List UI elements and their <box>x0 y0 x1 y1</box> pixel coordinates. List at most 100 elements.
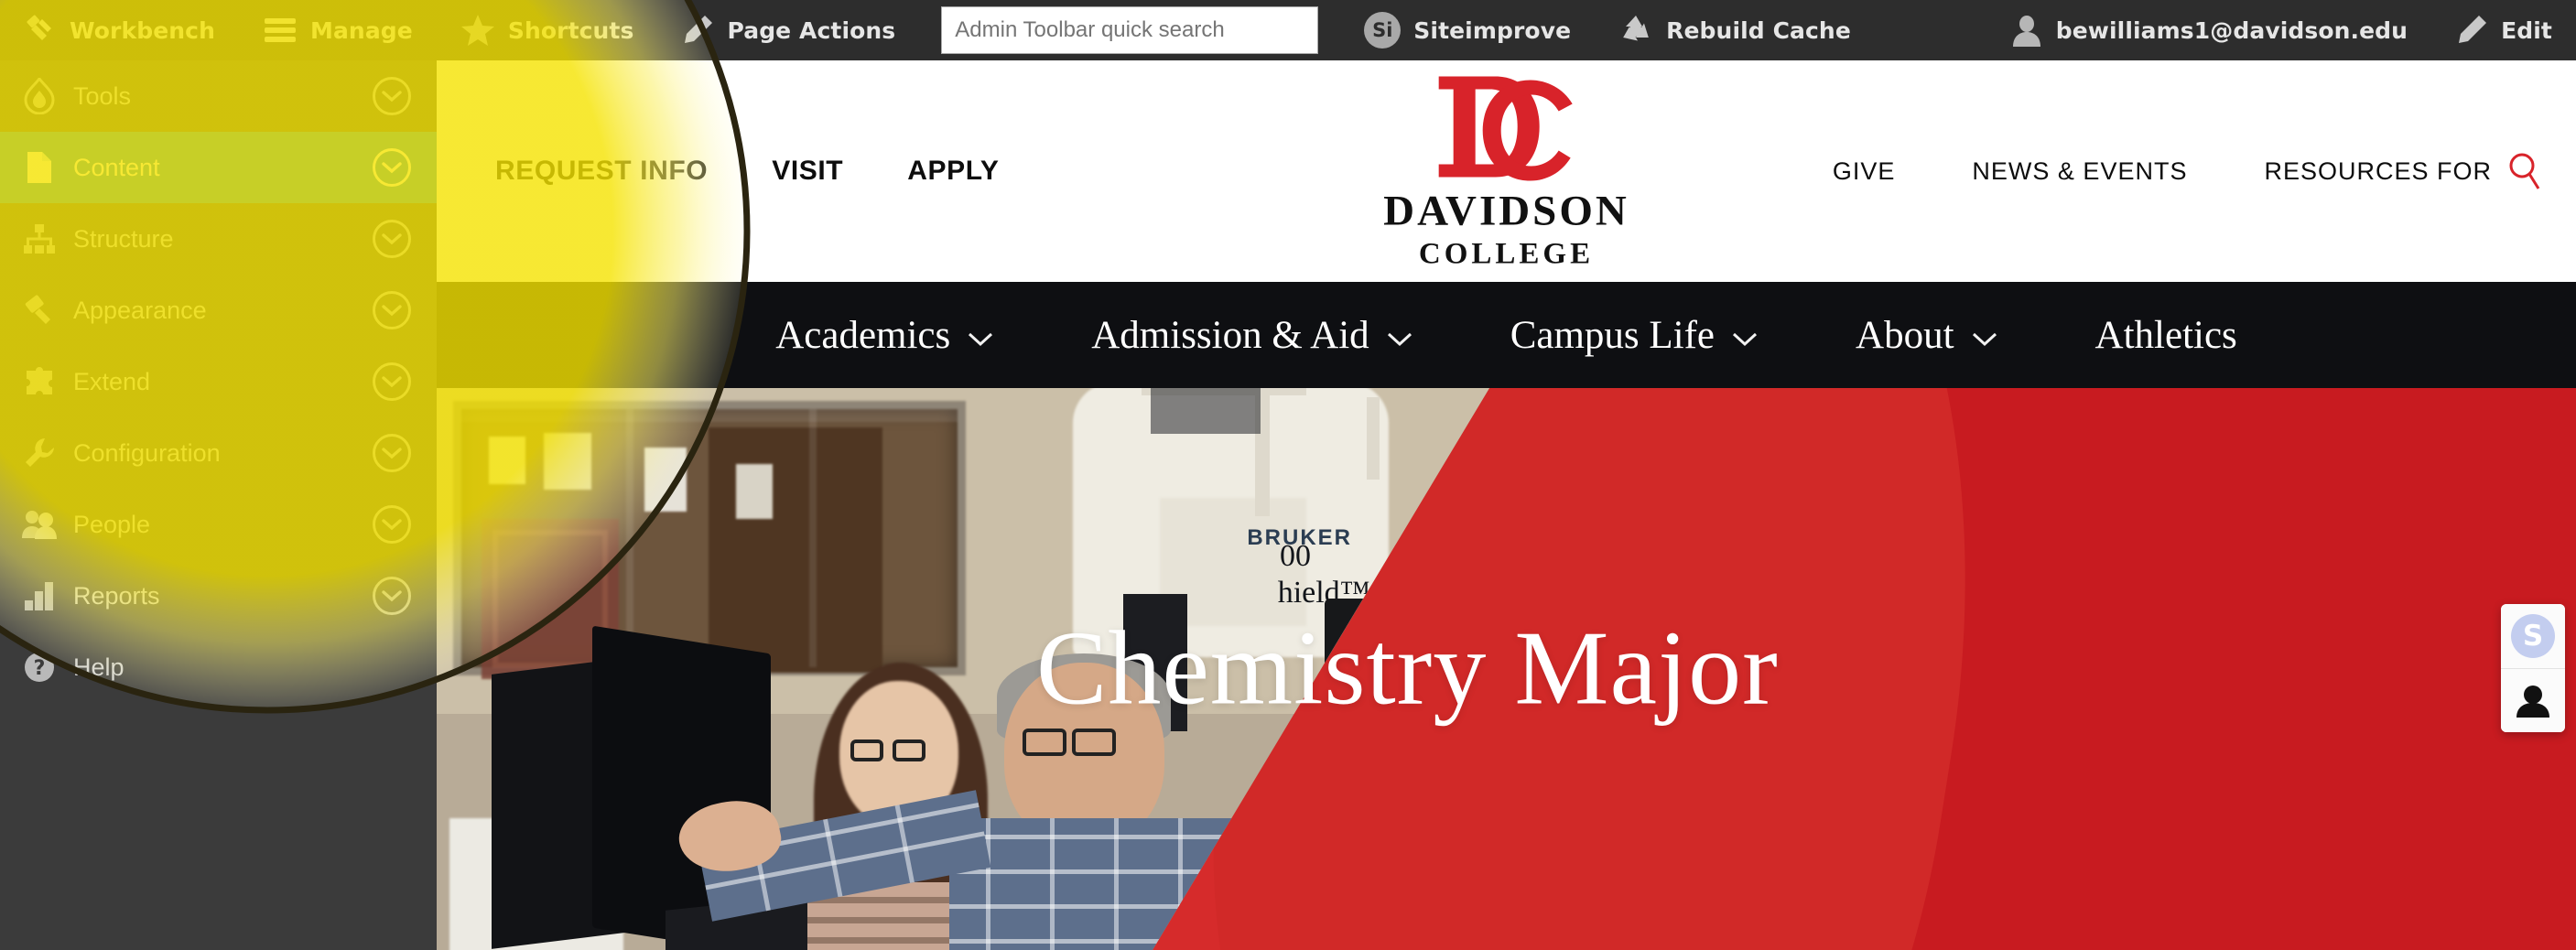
drupal-drop-icon <box>13 78 66 114</box>
utility-nav-right: GIVE NEWS & EVENTS RESOURCES FOR <box>1833 151 2541 191</box>
toolbar-item-manage[interactable]: Manage <box>239 0 437 60</box>
toolbar-item-edit[interactable]: Edit <box>2431 0 2576 60</box>
chevron-down-icon <box>1386 313 1413 358</box>
hero-title: Chemistry Major <box>1036 610 1779 728</box>
star-icon <box>460 14 495 47</box>
tray-label-structure: Structure <box>73 224 174 253</box>
toolbar-label-shortcuts: Shortcuts <box>507 16 634 44</box>
admin-toolbar-tray: Tools Content Structure Appearance Exten… <box>0 60 437 950</box>
nav-label-about: About <box>1856 313 1954 357</box>
question-mark-icon: ? <box>13 652 66 683</box>
puzzle-piece-icon <box>13 366 66 397</box>
admin-toolbar: Workbench Manage Shortcuts Page Actions … <box>0 0 2576 60</box>
utility-link-resources-for[interactable]: RESOURCES FOR <box>2264 157 2492 186</box>
user-icon <box>2513 683 2553 719</box>
logo-wordmark: DAVIDSON COLLEGE <box>1383 187 1629 272</box>
tray-item-people[interactable]: People <box>0 489 437 560</box>
pencil-icon <box>2455 14 2488 47</box>
hamburger-menu-icon <box>263 16 298 44</box>
floating-widget: S <box>2501 604 2565 732</box>
logo-line-2: COLLEGE <box>1418 237 1595 271</box>
pencil-icon <box>681 14 714 47</box>
toolbar-item-rebuild-cache[interactable]: Rebuild Cache <box>1595 0 1875 60</box>
nav-label-admission-aid: Admission & Aid <box>1091 313 1369 357</box>
nav-item-academics[interactable]: Academics <box>727 313 1043 358</box>
tray-label-help: Help <box>73 653 124 681</box>
tray-label-people: People <box>73 510 151 538</box>
toolbar-label-siteimprove: Siteimprove <box>1413 16 1572 44</box>
toolbar-item-account[interactable]: bewilliams1@davidson.edu <box>1986 0 2431 60</box>
photo-label-model: 00 <box>1280 539 1311 573</box>
site-logo[interactable]: DAVIDSON COLLEGE <box>1383 71 1629 272</box>
toolbar-label-rebuild-cache: Rebuild Cache <box>1666 16 1851 44</box>
toolbar-label-edit: Edit <box>2501 16 2552 44</box>
chevron-down-icon <box>1731 313 1759 358</box>
recycle-icon <box>1618 14 1653 47</box>
tray-label-content: Content <box>73 153 160 181</box>
svg-text:?: ? <box>34 657 46 680</box>
tray-item-content[interactable]: Content <box>0 132 437 203</box>
tray-item-appearance[interactable]: Appearance <box>0 275 437 346</box>
main-navigation: Academics Admission & Aid Campus Life Ab… <box>437 282 2576 388</box>
tray-label-configuration: Configuration <box>73 438 221 467</box>
tray-item-reports[interactable]: Reports <box>0 560 437 632</box>
bar-chart-icon <box>13 581 66 610</box>
chevron-down-icon[interactable] <box>373 148 411 187</box>
paintbrush-icon <box>13 294 66 327</box>
nav-item-athletics[interactable]: Athletics <box>2047 313 2286 358</box>
nav-item-admission-aid[interactable]: Admission & Aid <box>1043 313 1461 358</box>
tray-label-extend: Extend <box>73 367 151 395</box>
davidson-site: REQUEST INFO VISIT APPLY DAVIDSON COLLEG… <box>437 60 2576 950</box>
tray-label-reports: Reports <box>73 581 160 610</box>
toolbar-label-manage: Manage <box>309 16 413 44</box>
search-icon[interactable] <box>2506 151 2541 191</box>
people-icon <box>13 509 66 540</box>
tray-item-help[interactable]: ? Help <box>0 632 437 703</box>
utility-link-give[interactable]: GIVE <box>1833 157 1896 186</box>
chevron-down-icon <box>1971 313 1998 358</box>
site-header: REQUEST INFO VISIT APPLY DAVIDSON COLLEG… <box>437 60 2576 282</box>
logo-line-1: DAVIDSON <box>1383 187 1629 235</box>
toolbar-label-workbench: Workbench <box>70 16 215 44</box>
screenshot-root: REQUEST INFO VISIT APPLY DAVIDSON COLLEG… <box>0 0 2576 950</box>
toolbar-item-siteimprove[interactable]: Si Siteimprove <box>1340 0 1595 60</box>
nav-label-academics: Academics <box>775 313 951 357</box>
account-widget-button[interactable] <box>2501 668 2565 732</box>
siteimprove-widget-button[interactable]: S <box>2501 604 2565 668</box>
si-badge-icon: Si <box>1364 12 1402 49</box>
nav-label-campus-life: Campus Life <box>1510 313 1716 357</box>
utility-link-apply[interactable]: APPLY <box>907 156 999 187</box>
chevron-down-icon[interactable] <box>373 362 411 401</box>
tray-item-configuration[interactable]: Configuration <box>0 417 437 489</box>
chevron-down-icon[interactable] <box>373 220 411 258</box>
chevron-down-icon[interactable] <box>373 77 411 115</box>
toolbar-item-shortcuts[interactable]: Shortcuts <box>437 0 658 60</box>
tray-item-tools[interactable]: Tools <box>0 60 437 132</box>
toolbar-label-account: bewilliams1@davidson.edu <box>2055 16 2408 44</box>
toolbar-item-workbench[interactable]: Workbench <box>0 0 239 60</box>
tray-item-structure[interactable]: Structure <box>0 203 437 275</box>
utility-link-visit[interactable]: VISIT <box>772 156 843 187</box>
nav-label-athletics: Athletics <box>2094 313 2237 357</box>
utility-nav-left: REQUEST INFO VISIT APPLY <box>437 156 1000 187</box>
chevron-down-icon[interactable] <box>373 434 411 472</box>
nav-item-about[interactable]: About <box>1807 313 2047 358</box>
structure-icon <box>13 223 66 254</box>
nav-item-campus-life[interactable]: Campus Life <box>1462 313 1807 358</box>
user-icon <box>2010 14 2043 47</box>
chevron-down-icon <box>967 313 994 358</box>
siteimprove-circle-icon: S <box>2511 614 2555 658</box>
toolbar-item-page-actions[interactable]: Page Actions <box>657 0 919 60</box>
utility-link-request-info[interactable]: REQUEST INFO <box>495 156 708 187</box>
chevron-down-icon[interactable] <box>373 577 411 615</box>
chevron-down-icon[interactable] <box>373 505 411 544</box>
wrench-icon <box>13 437 66 470</box>
pencil-ruler-icon <box>24 14 57 47</box>
search-input[interactable] <box>941 6 1319 54</box>
admin-quick-search <box>928 6 1331 54</box>
toolbar-label-page-actions: Page Actions <box>727 16 896 44</box>
utility-link-news-events[interactable]: NEWS & EVENTS <box>1972 157 2187 186</box>
tray-item-extend[interactable]: Extend <box>0 346 437 417</box>
chevron-down-icon[interactable] <box>373 291 411 329</box>
